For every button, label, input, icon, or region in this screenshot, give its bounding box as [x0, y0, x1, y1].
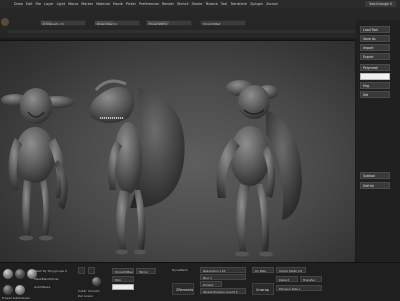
unwrap-button[interactable]: Unwrap: [252, 283, 274, 295]
zremesher-button[interactable]: ZRemesher: [172, 283, 194, 295]
merge-button[interactable]: Mrg: [360, 82, 390, 89]
detect-button[interactable]: Detect: [276, 276, 298, 282]
smooth-label: Smooth: [88, 289, 100, 293]
menu-preferences[interactable]: Preferences: [139, 0, 162, 8]
menu-macro[interactable]: Macro: [68, 0, 81, 8]
polymesh-button[interactable]: Polymesh: [360, 64, 390, 71]
menu-file[interactable]: File: [35, 0, 44, 8]
creature-three-quarter-view: [216, 80, 302, 257]
polygon-size-value: 1: [298, 287, 301, 291]
menu-tool[interactable]: Tool: [221, 0, 231, 8]
stroke-thumbnail-icon[interactable]: [15, 269, 25, 279]
draw-size-slider[interactable]: Draw Size 64: [94, 20, 140, 26]
menu-material[interactable]: Material: [96, 0, 113, 8]
tpc-value: 5: [235, 290, 238, 294]
right-tool-panel: Load Tool Save As Import Export Polymesh…: [356, 20, 400, 262]
del-hidden-button[interactable]: DelHid: [360, 182, 390, 189]
bottom-shelf: Mesh By Polygroups 0 MaskBlendMode AutoM…: [0, 262, 400, 301]
check-mesh-button[interactable]: Check Mesh Int: [276, 267, 306, 273]
smooth-mat-slider[interactable]: SmoothMat: [200, 20, 246, 26]
menu-movie[interactable]: Movie: [113, 0, 126, 8]
z-intensity-value: 25: [60, 22, 64, 26]
draw-size-value: 64: [112, 22, 117, 26]
menu-draw[interactable]: Draw: [14, 0, 26, 8]
load-tool-button[interactable]: Load Tool: [360, 26, 390, 33]
focal-shift-slider[interactable]: Focal Shift 0: [146, 20, 192, 26]
freeze-subdivision-label[interactable]: Freeze SubDivision: [2, 296, 30, 300]
creature-side-view: [90, 79, 185, 255]
polygon-size-label: Polygon Size: [279, 287, 298, 291]
project-button[interactable]: Project: [200, 281, 222, 287]
menu-bar-right: See-through 0: [353, 0, 400, 8]
save-as-button[interactable]: Save As: [360, 35, 390, 42]
white-toggle-button[interactable]: [112, 284, 134, 290]
del-lower-icon[interactable]: [88, 267, 95, 274]
merge-bottom-button[interactable]: Mrg: [112, 276, 134, 282]
smooth-mat-label: SmoothMat: [203, 22, 221, 26]
blur-slider[interactable]: Blur 2: [200, 274, 246, 280]
alpha-thumbnail-icon[interactable]: [3, 285, 13, 295]
menu-stroke[interactable]: Stroke: [192, 0, 206, 8]
menu-zscript[interactable]: Zscript: [266, 0, 281, 8]
subd-label: SubD: [78, 289, 87, 293]
polygon-size-slider[interactable]: Polygon Size 1: [276, 285, 322, 291]
tool-preview-icon[interactable]: [92, 277, 101, 286]
see-through-slider[interactable]: See-through 0: [365, 1, 396, 7]
creature-front-view: [1, 88, 75, 241]
blur-value: 2: [210, 276, 212, 280]
menu-light[interactable]: Light: [57, 0, 68, 8]
mask-blend-mode-label[interactable]: MaskBlendMode: [34, 277, 58, 281]
delete-button[interactable]: Del: [360, 91, 390, 98]
import-button[interactable]: Import: [360, 44, 390, 51]
menu-render[interactable]: Render: [162, 0, 177, 8]
blur-label: Blur: [203, 276, 210, 280]
del-lower-label: Del Lower: [78, 294, 93, 298]
resolution-label: Resolution: [203, 269, 219, 273]
texture-thumbnail-icon[interactable]: [15, 285, 25, 295]
transfer-button[interactable]: Transfer: [300, 276, 322, 282]
tool-slot-white[interactable]: [360, 73, 390, 80]
menu-marker[interactable]: Marker: [81, 0, 96, 8]
menu-zplugin[interactable]: Zplugin: [250, 0, 266, 8]
resolution-slider[interactable]: Resolution 128: [200, 267, 246, 273]
subtool-button[interactable]: Subtool: [360, 172, 390, 179]
sculpt-models-render: [1, 79, 302, 257]
subdivide-icon[interactable]: [78, 267, 85, 274]
tpc-label: Target Polygon Count: [203, 290, 235, 294]
menu-texture[interactable]: Texture: [205, 0, 220, 8]
focal-shift-label: Focal Shift: [149, 22, 165, 26]
menu-picker[interactable]: Picker: [126, 0, 139, 8]
z-intensity-slider[interactable]: Z Intensity 25: [40, 20, 86, 26]
mesh-by-polygroups-label[interactable]: Mesh By Polygroups 0: [34, 269, 67, 273]
smooth-mesh-button[interactable]: SmoothMesh: [112, 268, 134, 274]
menu-transform[interactable]: Transform: [230, 0, 250, 8]
target-polygon-count-slider[interactable]: Target Polygon Count 5: [200, 288, 246, 294]
uv-map-button[interactable]: Uv Map: [252, 267, 274, 273]
resolution-value: 128: [219, 269, 226, 273]
dynamesh-label[interactable]: DynaMesh: [172, 268, 188, 272]
top-toolbar: Z Intensity 25 Draw Size 64 Focal Shift …: [0, 8, 400, 38]
menu-stencil[interactable]: Stencil: [177, 0, 191, 8]
viewport-canvas[interactable]: [0, 40, 355, 262]
menu-bar: Draw Edit File Layer Light Macro Marker …: [0, 0, 400, 8]
brush-thumbnail-icon[interactable]: [3, 269, 13, 279]
menu-layer[interactable]: Layer: [44, 0, 56, 8]
draw-size-label: Draw Size: [97, 22, 112, 26]
auto-masks-label[interactable]: AutoMasks: [34, 285, 50, 289]
mirror-button[interactable]: Mirror: [136, 268, 156, 274]
zbrush-logo-icon: [1, 18, 9, 26]
menu-edit[interactable]: Edit: [26, 0, 36, 8]
export-button[interactable]: Export: [360, 53, 390, 60]
z-intensity-label: Z Intensity: [43, 22, 60, 26]
toolbar-divider: [8, 30, 355, 33]
